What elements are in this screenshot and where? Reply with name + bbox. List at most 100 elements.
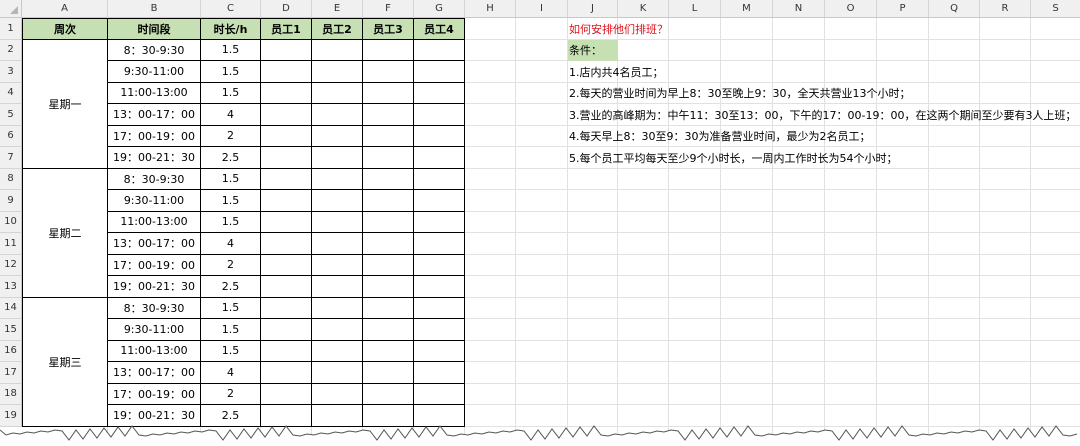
staff-2-cell[interactable] xyxy=(312,362,363,384)
staff-3-cell[interactable] xyxy=(363,168,414,190)
staff-1-cell[interactable] xyxy=(261,61,312,83)
time-slot-cell[interactable]: 17：00-19：00 xyxy=(108,383,201,405)
staff-3-cell[interactable] xyxy=(363,297,414,319)
row-header-11[interactable]: 11 xyxy=(0,233,22,255)
duration-cell[interactable]: 2 xyxy=(201,254,261,276)
select-all-corner[interactable] xyxy=(0,0,22,18)
staff-2-cell[interactable] xyxy=(312,147,363,169)
row-header-15[interactable]: 15 xyxy=(0,319,22,341)
staff-2-cell[interactable] xyxy=(312,190,363,212)
duration-cell[interactable]: 1.5 xyxy=(201,168,261,190)
staff-3-cell[interactable] xyxy=(363,319,414,341)
conditions-label[interactable]: 条件： xyxy=(568,39,618,61)
duration-cell[interactable]: 2.5 xyxy=(201,276,261,298)
question-text[interactable]: 如何安排他们排班？ xyxy=(568,18,868,40)
staff-3-cell[interactable] xyxy=(363,340,414,362)
staff-1-cell[interactable] xyxy=(261,233,312,255)
staff-3-cell[interactable] xyxy=(363,362,414,384)
day-cell-3[interactable]: 星期三 xyxy=(22,297,108,427)
duration-cell[interactable]: 1.5 xyxy=(201,61,261,83)
row-header-16[interactable]: 16 xyxy=(0,340,22,362)
header-staff-2[interactable]: 员工2 xyxy=(312,18,363,40)
row-header-8[interactable]: 8 xyxy=(0,168,22,190)
row-header-10[interactable]: 10 xyxy=(0,211,22,233)
duration-cell[interactable]: 4 xyxy=(201,104,261,126)
duration-cell[interactable]: 1.5 xyxy=(201,297,261,319)
staff-4-cell[interactable] xyxy=(414,254,465,276)
staff-1-cell[interactable] xyxy=(261,254,312,276)
duration-cell[interactable]: 1.5 xyxy=(201,82,261,104)
staff-3-cell[interactable] xyxy=(363,104,414,126)
staff-4-cell[interactable] xyxy=(414,297,465,319)
duration-cell[interactable]: 1.5 xyxy=(201,340,261,362)
staff-1-cell[interactable] xyxy=(261,39,312,61)
column-header-h[interactable]: H xyxy=(465,0,516,18)
column-header-c[interactable]: C xyxy=(201,0,261,18)
staff-3-cell[interactable] xyxy=(363,82,414,104)
row-header-2[interactable]: 2 xyxy=(0,39,22,61)
duration-cell[interactable]: 2 xyxy=(201,383,261,405)
staff-1-cell[interactable] xyxy=(261,82,312,104)
column-header-p[interactable]: P xyxy=(877,0,929,18)
staff-2-cell[interactable] xyxy=(312,125,363,147)
staff-1-cell[interactable] xyxy=(261,211,312,233)
staff-2-cell[interactable] xyxy=(312,276,363,298)
staff-1-cell[interactable] xyxy=(261,340,312,362)
header-staff-4[interactable]: 员工4 xyxy=(414,18,465,40)
time-slot-cell[interactable]: 11:00-13:00 xyxy=(108,211,201,233)
staff-4-cell[interactable] xyxy=(414,125,465,147)
staff-3-cell[interactable] xyxy=(363,233,414,255)
time-slot-cell[interactable]: 11:00-13:00 xyxy=(108,340,201,362)
staff-1-cell[interactable] xyxy=(261,362,312,384)
time-slot-cell[interactable]: 13：00-17：00 xyxy=(108,233,201,255)
column-header-a[interactable]: A xyxy=(22,0,108,18)
duration-cell[interactable]: 4 xyxy=(201,362,261,384)
row-header-17[interactable]: 17 xyxy=(0,362,22,384)
time-slot-cell[interactable]: 9:30-11:00 xyxy=(108,190,201,212)
row-header-12[interactable]: 12 xyxy=(0,254,22,276)
time-slot-cell[interactable]: 8：30-9:30 xyxy=(108,297,201,319)
staff-4-cell[interactable] xyxy=(414,104,465,126)
time-slot-cell[interactable]: 9:30-11:00 xyxy=(108,61,201,83)
staff-3-cell[interactable] xyxy=(363,61,414,83)
column-header-e[interactable]: E xyxy=(312,0,363,18)
day-cell-2[interactable]: 星期二 xyxy=(22,168,108,298)
staff-4-cell[interactable] xyxy=(414,168,465,190)
staff-4-cell[interactable] xyxy=(414,383,465,405)
staff-2-cell[interactable] xyxy=(312,233,363,255)
staff-3-cell[interactable] xyxy=(363,147,414,169)
staff-4-cell[interactable] xyxy=(414,39,465,61)
column-header-d[interactable]: D xyxy=(261,0,312,18)
header-duration[interactable]: 时长/h xyxy=(201,18,261,40)
condition-item-3[interactable]: 3.营业的高峰期为：中午11：30至13：00，下午的17：00-19：00，在… xyxy=(568,104,1080,126)
staff-2-cell[interactable] xyxy=(312,297,363,319)
column-header-i[interactable]: I xyxy=(516,0,568,18)
staff-3-cell[interactable] xyxy=(363,254,414,276)
staff-1-cell[interactable] xyxy=(261,104,312,126)
column-header-k[interactable]: K xyxy=(618,0,669,18)
staff-2-cell[interactable] xyxy=(312,254,363,276)
staff-2-cell[interactable] xyxy=(312,319,363,341)
time-slot-cell[interactable]: 8：30-9:30 xyxy=(108,168,201,190)
staff-2-cell[interactable] xyxy=(312,211,363,233)
staff-4-cell[interactable] xyxy=(414,233,465,255)
condition-item-1[interactable]: 1.店内共4名员工； xyxy=(568,61,1080,83)
column-header-s[interactable]: S xyxy=(1031,0,1080,18)
time-slot-cell[interactable]: 8：30-9:30 xyxy=(108,39,201,61)
staff-4-cell[interactable] xyxy=(414,211,465,233)
staff-4-cell[interactable] xyxy=(414,319,465,341)
column-header-m[interactable]: M xyxy=(721,0,773,18)
staff-3-cell[interactable] xyxy=(363,190,414,212)
staff-3-cell[interactable] xyxy=(363,383,414,405)
header-staff-3[interactable]: 员工3 xyxy=(363,18,414,40)
time-slot-cell[interactable]: 11:00-13:00 xyxy=(108,82,201,104)
duration-cell[interactable]: 1.5 xyxy=(201,211,261,233)
column-header-f[interactable]: F xyxy=(363,0,414,18)
duration-cell[interactable]: 4 xyxy=(201,233,261,255)
column-header-r[interactable]: R xyxy=(980,0,1031,18)
time-slot-cell[interactable]: 17：00-19：00 xyxy=(108,125,201,147)
time-slot-cell[interactable]: 9:30-11:00 xyxy=(108,319,201,341)
staff-4-cell[interactable] xyxy=(414,61,465,83)
time-slot-cell[interactable]: 19：00-21：30 xyxy=(108,147,201,169)
column-header-n[interactable]: N xyxy=(773,0,825,18)
